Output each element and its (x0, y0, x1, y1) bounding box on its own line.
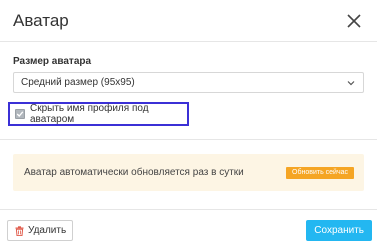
close-icon[interactable] (345, 12, 363, 30)
avatar-size-label: Размер аватара (13, 56, 92, 67)
avatar-size-select[interactable]: Средний размер (95x95) (13, 72, 364, 93)
refresh-now-button[interactable]: Обновить сейчас (286, 166, 354, 179)
notice-text: Аватар автоматически обновляется раз в с… (24, 167, 244, 178)
avatar-dialog: Аватар Размер аватара Средний размер (95… (0, 0, 377, 251)
dialog-header: Аватар (0, 0, 377, 42)
dialog-title: Аватар (13, 10, 69, 30)
hide-name-checkbox-row[interactable]: Скрыть имя профиля под аватаром (8, 102, 189, 126)
notice-box: Аватар автоматически обновляется раз в с… (13, 154, 364, 191)
hide-name-label: Скрыть имя профиля под аватаром (30, 103, 149, 125)
chevron-down-icon (347, 80, 355, 85)
hide-name-checkbox[interactable] (15, 109, 25, 119)
delete-button[interactable]: Удалить (7, 220, 74, 241)
trash-icon (15, 225, 24, 236)
dialog-footer: Удалить Сохранить (0, 209, 377, 251)
save-button[interactable]: Сохранить (306, 220, 372, 241)
delete-label: Удалить (28, 225, 67, 236)
avatar-size-value: Средний размер (95x95) (21, 77, 135, 88)
check-icon (16, 111, 24, 117)
dialog-body: Размер аватара Средний размер (95x95) Ск… (0, 42, 377, 191)
divider (0, 139, 377, 140)
